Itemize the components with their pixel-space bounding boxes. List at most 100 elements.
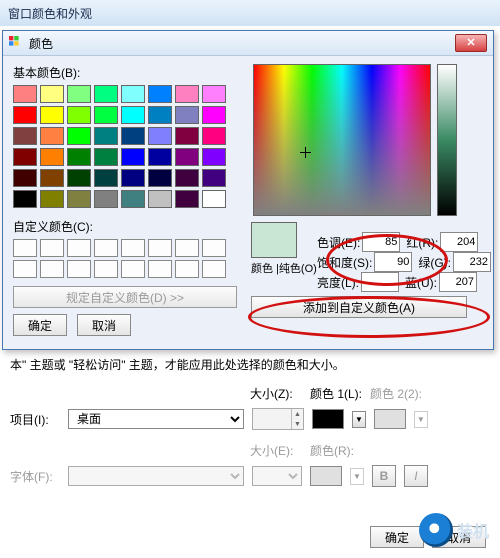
custom-swatch[interactable]	[67, 239, 91, 257]
custom-colors-label: 自定义颜色(C):	[13, 218, 237, 235]
basic-swatch[interactable]	[94, 148, 118, 166]
basic-swatch[interactable]	[121, 106, 145, 124]
size-stepper[interactable]: ▲▼	[252, 408, 304, 430]
close-button[interactable]: ✕	[455, 34, 487, 52]
basic-swatch[interactable]	[121, 190, 145, 208]
basic-swatch[interactable]	[202, 169, 226, 187]
basic-swatch[interactable]	[40, 85, 64, 103]
sat-label: 饱和度(S):	[317, 254, 372, 271]
add-custom-color-button[interactable]: 添加到自定义颜色(A)	[251, 296, 467, 318]
custom-swatch[interactable]	[40, 239, 64, 257]
font-color-well	[310, 466, 342, 486]
basic-swatch[interactable]	[175, 169, 199, 187]
basic-swatch[interactable]	[148, 148, 172, 166]
custom-swatch[interactable]	[94, 260, 118, 278]
color-spectrum[interactable]	[253, 64, 431, 216]
basic-swatch[interactable]	[175, 190, 199, 208]
chevron-up-icon: ▲	[292, 409, 303, 419]
close-icon: ✕	[466, 38, 475, 49]
eye-logo-icon	[419, 513, 453, 547]
basic-swatch[interactable]	[202, 85, 226, 103]
basic-swatch[interactable]	[175, 127, 199, 145]
basic-swatch[interactable]	[94, 190, 118, 208]
chevron-down-icon[interactable]: ▼	[352, 411, 366, 428]
basic-swatch[interactable]	[121, 85, 145, 103]
basic-swatch[interactable]	[175, 106, 199, 124]
basic-swatch[interactable]	[67, 127, 91, 145]
custom-swatch[interactable]	[94, 239, 118, 257]
color2-well	[374, 409, 406, 429]
basic-swatch[interactable]	[148, 106, 172, 124]
basic-swatch[interactable]	[67, 148, 91, 166]
red-input[interactable]	[440, 232, 478, 252]
basic-swatch[interactable]	[13, 148, 37, 166]
basic-swatch[interactable]	[67, 169, 91, 187]
basic-swatch[interactable]	[175, 85, 199, 103]
basic-swatch[interactable]	[148, 190, 172, 208]
luminance-slider[interactable]	[437, 64, 457, 216]
custom-swatch[interactable]	[202, 239, 226, 257]
custom-swatch[interactable]	[175, 239, 199, 257]
green-input[interactable]	[453, 252, 491, 272]
item-select[interactable]: 桌面	[68, 409, 244, 429]
appearance-form: 本" 主题或 "轻松访问" 主题，才能应用此处选择的颜色和大小。 大小(Z): …	[10, 356, 486, 491]
basic-swatch[interactable]	[121, 127, 145, 145]
basic-swatch[interactable]	[121, 148, 145, 166]
basic-swatch[interactable]	[175, 148, 199, 166]
custom-swatch[interactable]	[40, 260, 64, 278]
blue-input[interactable]	[439, 272, 477, 292]
basic-swatch[interactable]	[148, 169, 172, 187]
basic-swatch[interactable]	[148, 85, 172, 103]
basic-swatch[interactable]	[67, 85, 91, 103]
basic-swatch[interactable]	[67, 106, 91, 124]
basic-swatch[interactable]	[121, 169, 145, 187]
basic-swatch[interactable]	[94, 169, 118, 187]
chevron-down-icon: ▼	[414, 411, 428, 428]
basic-swatch[interactable]	[13, 106, 37, 124]
custom-swatch[interactable]	[121, 239, 145, 257]
custom-swatch[interactable]	[121, 260, 145, 278]
sat-input[interactable]	[374, 252, 412, 272]
basic-swatch[interactable]	[40, 169, 64, 187]
chevron-down-icon: ▼	[350, 468, 364, 485]
basic-swatch[interactable]	[202, 148, 226, 166]
basic-swatch[interactable]	[202, 190, 226, 208]
custom-swatch[interactable]	[202, 260, 226, 278]
basic-swatch[interactable]	[94, 127, 118, 145]
appearance-title-bar: 窗口颜色和外观	[0, 0, 500, 26]
basic-swatch[interactable]	[148, 127, 172, 145]
custom-swatch[interactable]	[13, 260, 37, 278]
custom-swatch[interactable]	[148, 260, 172, 278]
fsize-header: 大小(E):	[250, 442, 310, 459]
ok-button[interactable]: 确定	[13, 314, 67, 336]
basic-swatch[interactable]	[13, 85, 37, 103]
custom-swatch[interactable]	[148, 239, 172, 257]
green-label: 绿(G):	[418, 254, 451, 271]
font-select	[68, 466, 244, 486]
font-size-select	[252, 466, 302, 486]
basic-swatch[interactable]	[202, 106, 226, 124]
bold-button: B	[372, 465, 396, 487]
color1-well[interactable]	[312, 409, 344, 429]
basic-swatch[interactable]	[202, 127, 226, 145]
basic-swatch[interactable]	[40, 190, 64, 208]
basic-swatch[interactable]	[13, 169, 37, 187]
custom-swatch[interactable]	[13, 239, 37, 257]
cancel-button[interactable]: 取消	[77, 314, 131, 336]
basic-swatch[interactable]	[67, 190, 91, 208]
basic-swatch[interactable]	[94, 85, 118, 103]
basic-colors-grid	[13, 85, 237, 208]
define-custom-button[interactable]: 规定自定义颜色(D) >>	[13, 286, 237, 308]
basic-swatch[interactable]	[40, 106, 64, 124]
basic-swatch[interactable]	[13, 190, 37, 208]
custom-swatch[interactable]	[67, 260, 91, 278]
basic-swatch[interactable]	[40, 148, 64, 166]
lum-input[interactable]	[361, 272, 399, 292]
basic-swatch[interactable]	[94, 106, 118, 124]
basic-swatch[interactable]	[40, 127, 64, 145]
red-label: 红(R):	[406, 234, 438, 251]
basic-swatch[interactable]	[13, 127, 37, 145]
hint-text: 本" 主题或 "轻松访问" 主题，才能应用此处选择的颜色和大小。	[10, 356, 486, 373]
custom-swatch[interactable]	[175, 260, 199, 278]
hue-input[interactable]	[362, 232, 400, 252]
